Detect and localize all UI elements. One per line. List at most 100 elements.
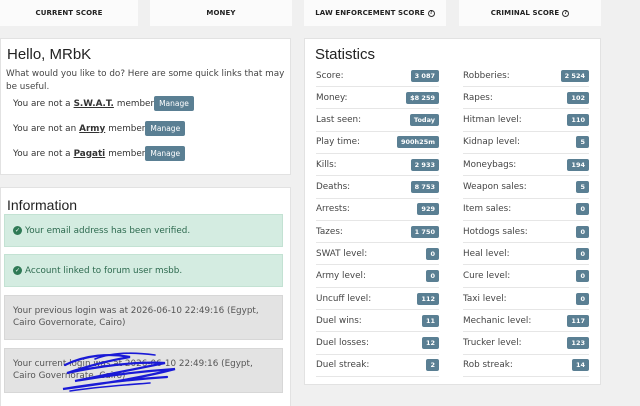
previous-login-alert: Your previous login was at 2026-06-10 22… — [4, 295, 283, 340]
manage-army-button[interactable]: Manage — [145, 121, 186, 136]
stat-value-badge: 0 — [426, 270, 439, 283]
stat-row: Trucker level: 123 — [463, 333, 589, 355]
stat-row: Army level: 0 — [316, 266, 439, 288]
stat-label: Duel losses: — [316, 338, 369, 349]
manage-swat-button[interactable]: Manage — [154, 96, 194, 111]
membership-group-link[interactable]: Army — [79, 124, 105, 134]
stat-value-badge: 0 — [576, 292, 589, 305]
top-score-bar: CURRENT SCORE MONEY LAW ENFORCEMENT SCOR… — [0, 0, 640, 26]
stat-value-badge: 5 — [576, 181, 589, 193]
stat-row: Rapes: 102 — [463, 87, 589, 110]
membership-prefix: You are not a — [13, 148, 71, 159]
money-card: MONEY — [150, 0, 292, 26]
stat-label: Rob streak: — [463, 360, 513, 371]
stat-label: Heal level: — [463, 248, 510, 259]
membership-group-link[interactable]: Pagati — [74, 149, 106, 159]
stat-value-badge: 14 — [571, 359, 589, 372]
stat-row: Duel streak: 2 — [316, 355, 439, 377]
stat-value-badge: 194 — [567, 158, 589, 171]
membership-suffix: member — [116, 98, 155, 109]
check-circle-icon: ✓ — [13, 266, 22, 275]
stat-row: Heal level: 0 — [463, 243, 589, 266]
stat-label: Money: — [316, 92, 348, 103]
stat-label: Item sales: — [463, 204, 512, 215]
stat-label: Uncuff level: — [316, 293, 372, 304]
stat-row: Hotdogs sales: 0 — [463, 221, 589, 244]
membership-prefix: You are not a — [13, 98, 71, 109]
stat-label: Taxi level: — [463, 293, 507, 304]
stat-value-badge: 12 — [421, 337, 439, 350]
stat-value-badge: 2 933 — [410, 158, 439, 171]
stat-row: Kills: 2 933 — [316, 154, 439, 177]
membership-row-swat: You are not a S.W.A.T. member Manage — [13, 96, 194, 111]
greeting-title: Hello, MRbK — [7, 46, 92, 63]
membership-suffix: member — [108, 123, 146, 134]
stat-value-badge: 2 — [426, 359, 439, 372]
stat-label: Army level: — [316, 271, 366, 282]
stat-row: Cure level: 0 — [463, 266, 589, 288]
stat-row: Uncuff level: 112 — [316, 288, 439, 310]
help-icon[interactable]: ? — [427, 9, 435, 17]
quick-links-intro: What would you like to do? Here are some… — [6, 69, 285, 92]
stat-label: Rapes: — [463, 92, 493, 103]
alert-text: Your previous login was at 2026-06-10 22… — [13, 306, 259, 328]
stat-row: Taxi level: 0 — [463, 288, 589, 310]
stat-row: Robberies: 2 524 — [463, 65, 589, 87]
stat-row: Hitman level: 110 — [463, 110, 589, 132]
stat-label: Robberies: — [463, 70, 510, 81]
stat-label: Arrests: — [316, 204, 350, 215]
stat-label: Trucker level: — [463, 338, 522, 349]
membership-row-army: You are not an Army member Manage — [13, 121, 186, 136]
criminal-score-label: CRIMINAL SCORE — [490, 9, 560, 17]
stat-label: Hotdogs sales: — [463, 226, 528, 237]
stat-label: Duel streak: — [316, 360, 370, 371]
membership-row-pagati: You are not a Pagati member Manage — [13, 146, 186, 161]
stat-row: Deaths: 8 753 — [316, 177, 439, 199]
stat-value-badge: 900h25m — [396, 136, 439, 149]
stat-value-badge: 3 087 — [410, 69, 439, 82]
stat-row: Money: $8 259 — [316, 87, 439, 110]
stat-value-badge: 5 — [576, 136, 589, 149]
stat-value-badge: 0 — [576, 225, 589, 238]
stat-label: Hitman level: — [463, 115, 522, 126]
stat-label: Score: — [316, 70, 344, 81]
stat-label: Cure level: — [463, 271, 511, 282]
stat-label: SWAT level: — [316, 248, 368, 259]
stat-label: Duel wins: — [316, 315, 362, 326]
help-icon[interactable]: ? — [562, 9, 570, 17]
stat-value-badge: 0 — [576, 270, 589, 283]
stat-row: Rob streak: 14 — [463, 355, 589, 377]
alert-text: Account linked to forum user msbb. — [25, 265, 183, 276]
stat-row: Tazes: 1 750 — [316, 221, 439, 244]
stat-value-badge: 102 — [567, 91, 589, 104]
stat-row: Score: 3 087 — [316, 65, 439, 87]
criminal-score-card: CRIMINAL SCORE ? — [459, 0, 601, 26]
stat-value-badge: 117 — [567, 314, 589, 327]
manage-pagati-button[interactable]: Manage — [145, 146, 186, 161]
stat-label: Weapon sales: — [463, 182, 527, 192]
stat-value-badge: 123 — [567, 337, 589, 350]
stat-value-badge: 0 — [576, 247, 589, 260]
stat-row: SWAT level: 0 — [316, 243, 439, 266]
stat-row: Duel wins: 11 — [316, 310, 439, 333]
stat-row: Play time: 900h25m — [316, 132, 439, 154]
stat-label: Deaths: — [316, 182, 351, 192]
check-circle-icon: ✓ — [13, 226, 22, 235]
stat-row: Last seen: Today — [316, 110, 439, 132]
stat-label: Last seen: — [316, 115, 362, 126]
stat-value-badge: Today — [409, 114, 439, 127]
stat-value-badge: 1 750 — [410, 225, 439, 238]
alert-text: Your email address has been verified. — [25, 225, 191, 236]
stat-value-badge: 0 — [576, 203, 589, 216]
membership-prefix: You are not an — [13, 123, 77, 134]
stat-value-badge: 110 — [567, 114, 589, 127]
stat-value-badge: 0 — [426, 247, 439, 260]
information-title: Information — [7, 197, 78, 213]
stat-label: Mechanic level: — [463, 315, 532, 326]
money-label: MONEY — [206, 9, 236, 17]
stat-row: Weapon sales: 5 — [463, 177, 589, 199]
stat-label: Play time: — [316, 137, 360, 148]
stat-row: Duel losses: 12 — [316, 333, 439, 355]
membership-suffix: member — [108, 148, 146, 159]
membership-group-link[interactable]: S.W.A.T. — [74, 99, 114, 109]
